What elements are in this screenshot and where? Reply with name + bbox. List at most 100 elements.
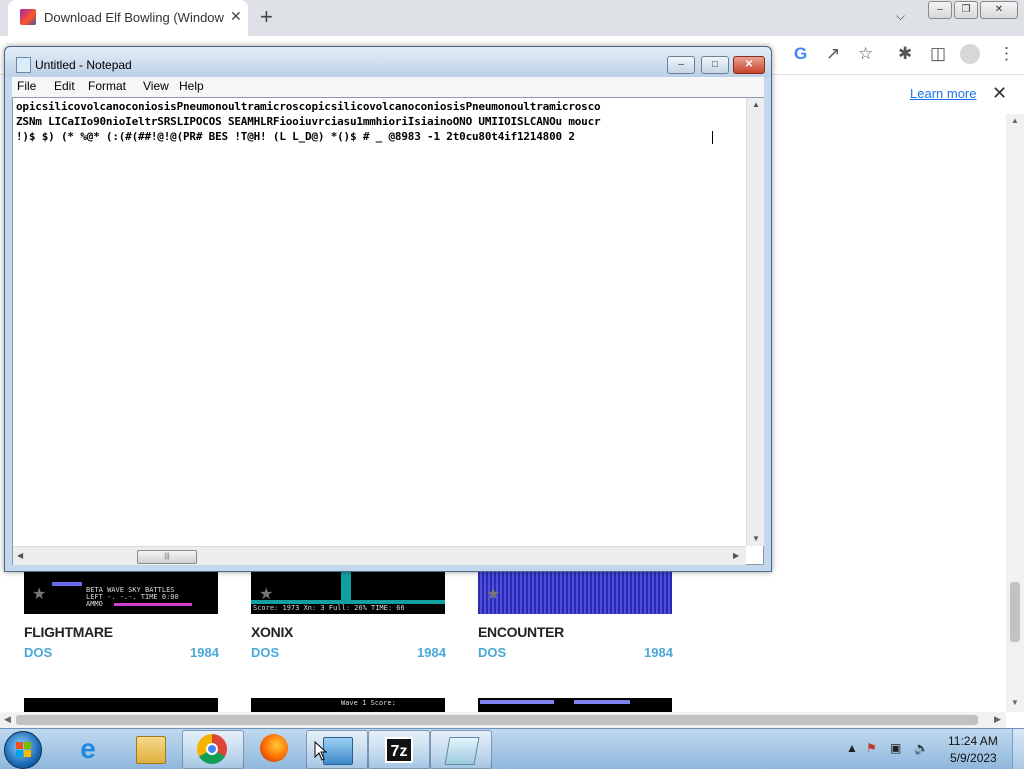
network-icon[interactable]: ▣	[890, 741, 901, 755]
browser-minimize-button[interactable]: –	[928, 1, 952, 19]
game-year[interactable]: 1984	[190, 645, 219, 660]
text-line: !)$ $) (* %@* (:(#(##!@!@(PR# BES !T@H! …	[16, 130, 575, 143]
extensions-icon[interactable]: ✱	[898, 44, 912, 64]
game-platform[interactable]: DOS	[24, 645, 52, 660]
browser-restore-button[interactable]: ❐	[954, 1, 978, 19]
thumb-bar-shape	[114, 603, 192, 606]
star-icon[interactable]: ☆	[858, 44, 873, 64]
scrollbar-thumb[interactable]	[16, 715, 978, 725]
menu-view[interactable]: View	[143, 79, 169, 93]
game-thumbnail-encounter[interactable]: ★	[478, 570, 672, 614]
notepad-vertical-scrollbar[interactable]: ▲ ▼	[746, 98, 764, 546]
window-title: Untitled - Notepad	[35, 58, 132, 72]
clock-time[interactable]: 11:24 AM	[948, 734, 998, 748]
menu-format[interactable]: Format	[88, 79, 126, 93]
notepad-window: Untitled - Notepad – □ ✕ File Edit Forma…	[4, 46, 772, 572]
taskbar-7zip[interactable]: 7z	[368, 730, 430, 769]
tab-title: Download Elf Bowling (Windows)	[44, 10, 224, 25]
mouse-cursor-icon	[314, 741, 328, 761]
notepad-horizontal-scrollbar[interactable]: ◀ ||| ▶	[13, 546, 746, 565]
thumb-wall-shape	[341, 570, 351, 602]
favorite-star-icon[interactable]: ★	[32, 584, 46, 604]
text-line: opicsilicovolcanoconiosisPneumonoultrami…	[16, 100, 601, 113]
menu-icon[interactable]: ⋮	[998, 44, 1015, 64]
game-thumbnail[interactable]	[478, 698, 672, 712]
firefox-icon	[260, 734, 288, 762]
game-thumbnail-flightmare[interactable]: ★ BETA WAVE SKY BATTLES LEFT -. -.-. TIM…	[24, 570, 218, 614]
taskbar-notepad[interactable]	[430, 730, 492, 769]
scroll-left-arrow-icon[interactable]: ◀	[17, 551, 23, 560]
text-editor-area[interactable]: opicsilicovolcanoconiosisPneumonoultrami…	[12, 97, 764, 565]
menu-file[interactable]: File	[17, 79, 36, 93]
taskbar-internet-explorer[interactable]: e	[58, 730, 118, 767]
close-button[interactable]: ✕	[733, 56, 765, 74]
side-panel-icon[interactable]: ◫	[930, 44, 946, 64]
game-thumbnail-xonix[interactable]: ★ Score: 1973 Xn: 3 Full: 26% TIME: 66	[251, 570, 445, 614]
thumb-text-line: Score: 1973 Xn: 3 Full: 26% TIME: 66	[253, 604, 405, 612]
menu-help[interactable]: Help	[179, 79, 204, 93]
action-center-flag-icon[interactable]: ⚑	[866, 741, 877, 755]
scroll-right-arrow-icon[interactable]: ▶	[994, 714, 1001, 725]
game-thumbnail[interactable]	[24, 698, 218, 712]
new-tab-button[interactable]: +	[260, 4, 273, 30]
site-favicon-icon	[20, 9, 36, 25]
maximize-button[interactable]: □	[701, 56, 729, 74]
game-thumbnail[interactable]: Wave 1 Score:	[251, 698, 445, 712]
game-platform[interactable]: DOS	[251, 645, 279, 660]
profile-icon[interactable]	[960, 44, 980, 64]
text-line: ZSNm LICaIIo90nioIeltrSRSLIPOCOS SEAMHLR…	[16, 115, 601, 128]
menu-edit[interactable]: Edit	[54, 79, 75, 93]
game-platform[interactable]: DOS	[478, 645, 506, 660]
ie-icon: e	[80, 733, 96, 764]
scroll-down-arrow-icon[interactable]: ▼	[1011, 698, 1019, 707]
chrome-icon	[197, 734, 227, 764]
thumb-text-line: AMMO	[86, 600, 103, 608]
text-caret	[712, 131, 713, 144]
notepad-titlebar[interactable]: Untitled - Notepad – □ ✕	[5, 47, 771, 77]
start-button[interactable]	[4, 731, 42, 769]
clock-date[interactable]: 5/9/2023	[950, 751, 997, 765]
taskbar-file-explorer[interactable]	[120, 730, 180, 767]
windows-logo-icon	[16, 742, 32, 758]
file-explorer-icon	[136, 736, 166, 764]
learn-more-link[interactable]: Learn more	[910, 86, 976, 101]
browser-infobar: Learn more ✕	[770, 78, 1024, 115]
scroll-left-arrow-icon[interactable]: ◀	[4, 714, 11, 725]
thumb-bar-shape	[574, 700, 630, 704]
notepad-icon	[444, 737, 480, 765]
tab-search-chevron-icon[interactable]: ⌵	[896, 9, 905, 24]
browser-tab[interactable]: Download Elf Bowling (Windows) ✕	[8, 0, 248, 36]
scroll-up-arrow-icon[interactable]: ▲	[752, 100, 760, 109]
tab-close-icon[interactable]: ✕	[230, 8, 242, 25]
scroll-right-arrow-icon[interactable]: ▶	[733, 551, 739, 560]
favorite-star-icon[interactable]: ★	[486, 584, 500, 604]
game-year[interactable]: 1984	[644, 645, 673, 660]
browser-close-button[interactable]: ✕	[980, 1, 1018, 19]
volume-icon[interactable]: 🔈	[914, 741, 929, 755]
game-title[interactable]: ENCOUNTER	[478, 624, 564, 640]
share-icon[interactable]: ↗	[826, 44, 840, 64]
menu-bar: File Edit Format View Help	[12, 77, 764, 97]
infobar-close-icon[interactable]: ✕	[992, 83, 1007, 104]
thumb-text-line: Wave 1 Score:	[341, 699, 396, 707]
scrollbar-thumb[interactable]: |||	[137, 550, 197, 564]
scroll-up-arrow-icon[interactable]: ▲	[1011, 116, 1019, 125]
taskbar: e 7z ▲ ⚑ ▣ 🔈 11:24 AM 5/9/2023	[0, 728, 1024, 769]
page-horizontal-scrollbar[interactable]: ◀ ▶	[0, 712, 1006, 728]
scroll-down-arrow-icon[interactable]: ▼	[752, 534, 760, 543]
browser-tab-strip: Download Elf Bowling (Windows) ✕ + ⌵ – ❐…	[0, 0, 1024, 36]
game-title[interactable]: FLIGHTMARE	[24, 624, 113, 640]
thumb-bar-shape	[480, 700, 554, 704]
page-vertical-scrollbar[interactable]: ▲ ▼	[1006, 114, 1024, 712]
show-hidden-icons-chevron-icon[interactable]: ▲	[846, 741, 858, 755]
taskbar-firefox[interactable]	[244, 730, 304, 767]
scrollbar-thumb[interactable]	[1010, 582, 1020, 642]
taskbar-chrome[interactable]	[182, 730, 244, 769]
game-year[interactable]: 1984	[417, 645, 446, 660]
7zip-icon: 7z	[385, 737, 413, 763]
minimize-button[interactable]: –	[667, 56, 695, 74]
google-icon[interactable]: G	[794, 44, 807, 64]
show-desktop-button[interactable]	[1012, 729, 1024, 769]
notepad-app-icon	[16, 57, 31, 73]
game-title[interactable]: XONIX	[251, 624, 293, 640]
